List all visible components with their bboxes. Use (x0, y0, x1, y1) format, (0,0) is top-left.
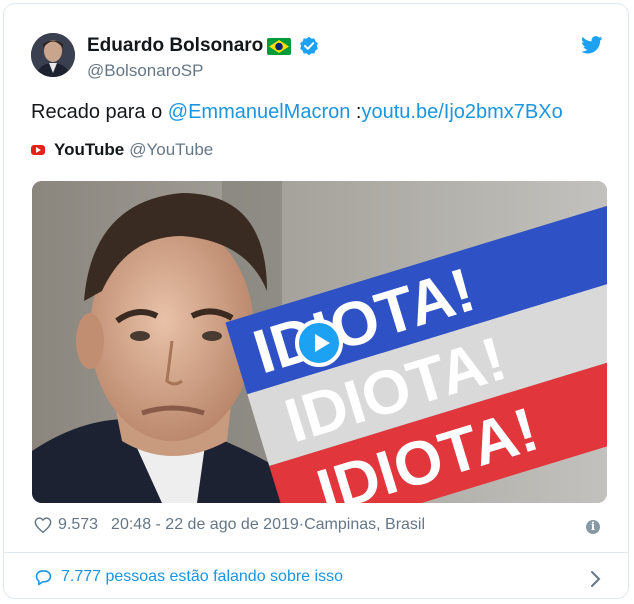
timestamp[interactable]: 20:48 - 22 de ago de 2019 (111, 516, 299, 534)
location[interactable]: Campinas, Brasil (304, 516, 425, 534)
tweet-meta: 9.573 20:48 - 22 de ago de 2019 · Campin… (34, 516, 425, 534)
twitter-bird-icon[interactable] (581, 36, 603, 54)
verified-badge-icon (300, 36, 319, 56)
heart-icon[interactable] (34, 517, 52, 533)
tweet-card: Eduardo Bolsonaro @BolsonaroSP Recado pa… (3, 3, 629, 599)
conversation-text[interactable]: 7.777 pessoas estão falando sobre isso (61, 568, 343, 586)
tweet-text: Recado para o @EmmanuelMacron :youtu.be/… (31, 99, 563, 125)
brazil-flag-icon (267, 37, 292, 55)
conversation-icon (35, 569, 52, 585)
url-link[interactable]: youtu.be/Ijo2bmx7BXo (361, 101, 562, 123)
chevron-right-icon[interactable] (590, 570, 602, 588)
tweet-text-separator: : (350, 101, 362, 123)
conversation-link[interactable]: 7.777 pessoas estão falando sobre isso (34, 568, 343, 586)
card-source[interactable]: YouTube @YouTube (31, 140, 213, 160)
avatar[interactable] (31, 33, 75, 77)
author-handle[interactable]: @BolsonaroSP (87, 61, 204, 81)
source-name[interactable]: YouTube (54, 140, 124, 160)
info-icon[interactable]: i (586, 520, 600, 534)
source-handle[interactable]: @YouTube (129, 140, 213, 160)
author-name[interactable]: Eduardo Bolsonaro (87, 35, 263, 57)
tweet-text-prefix: Recado para o (31, 101, 168, 123)
youtube-logo-icon (31, 145, 45, 155)
play-icon[interactable] (295, 319, 343, 367)
like-count[interactable]: 9.573 (58, 516, 98, 534)
video-thumbnail[interactable]: IDIOTA! IDIOTA! IDIOTA! (32, 181, 607, 503)
divider (4, 552, 628, 553)
mention-link[interactable]: @EmmanuelMacron (168, 101, 351, 123)
author-name-row[interactable]: Eduardo Bolsonaro (87, 35, 319, 57)
